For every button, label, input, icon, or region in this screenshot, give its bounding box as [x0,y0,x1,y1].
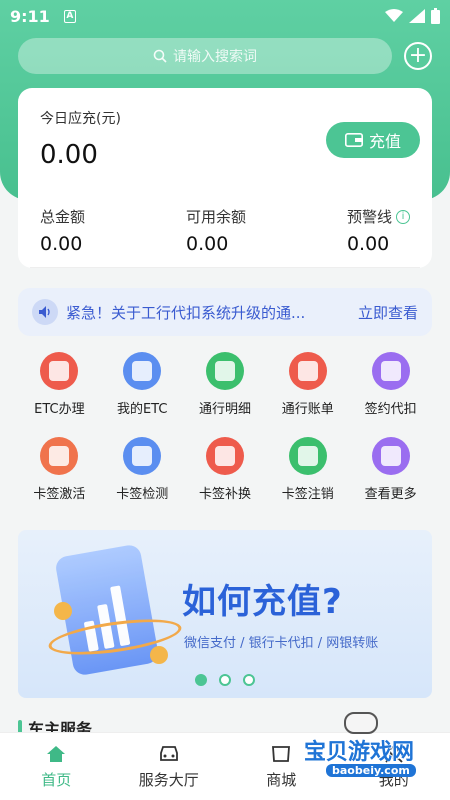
tab-label: 服务大厅 [138,770,199,789]
service-tag-detect[interactable]: 卡签检测 [101,437,184,502]
plus-icon: + [408,43,428,68]
tag-activate-icon [40,437,79,475]
service-sign-withhold[interactable]: 签约代扣 [349,352,432,417]
pass-detail-icon [205,352,244,390]
status-bar: 9:11 A [0,0,450,32]
balance-stats: 总金额 0.00 可用余额 0.00 预警线 i 0.00 [40,206,410,255]
stat-value: 0.00 [185,233,229,255]
carousel-dots [18,674,432,686]
signal-icon [409,9,425,23]
service-tag-cancel[interactable]: 卡签注销 [266,437,349,502]
stat-value: 0.00 [40,233,83,255]
wifi-icon [385,9,403,22]
watermark-text: 宝贝游戏网 [304,740,415,765]
wallet-icon [344,133,363,147]
stat-available: 可用余额 0.00 [186,206,246,255]
balance-card: 今日应充(元) 0.00 充值 总金额 0.00 可用余额 0.00 预警线 i … [18,88,432,268]
stat-warning-line: 预警线 i 0.00 [347,206,410,255]
tab-home[interactable]: 首页 [11,744,101,790]
coin-illustration [150,646,168,664]
speaker-icon [32,299,58,325]
promo-banner[interactable]: 如何充值? 微信支付 / 银行卡代扣 / 网银转账 [18,530,432,698]
coin-illustration [54,602,72,620]
my-etc-card-icon [123,352,162,390]
stat-total: 总金额 0.00 [40,206,85,255]
service-pass-detail[interactable]: 通行明细 [184,352,267,417]
search-input[interactable]: 请输入搜索词 [18,38,392,74]
search-placeholder: 请输入搜索词 [173,49,257,65]
car-icon [158,744,180,764]
sign-withhold-icon [371,352,410,390]
service-tag-activate[interactable]: 卡签激活 [18,437,101,502]
service-label: 签约代扣 [364,402,417,417]
more-icon [371,437,410,475]
battery-icon [431,8,440,24]
tag-replace-icon [205,437,244,475]
service-label: 卡签检测 [116,487,169,502]
stat-label: 预警线 [346,208,392,226]
status-time: 9:11 [10,6,50,26]
divider [30,267,420,268]
notice-link[interactable]: 立即查看 [358,302,418,323]
service-pass-bill[interactable]: 通行账单 [266,352,349,417]
banner-title: 如何充值? [182,582,343,622]
service-label: 卡签注销 [281,487,334,502]
service-label: 卡签补换 [198,487,251,502]
tab-label: 首页 [41,770,72,789]
notification-icon: A [63,9,76,23]
tag-detect-icon [123,437,162,475]
service-label: 我的ETC [116,402,168,417]
service-label: 查看更多 [364,487,417,502]
service-label: 通行明细 [198,402,251,417]
stat-value: 0.00 [346,233,390,255]
service-grid: ETC办理 我的ETC 通行明细 通行账单 签约代扣 卡签激活 卡签检测 卡签补… [18,352,432,502]
stat-label: 总金额 [40,208,86,226]
service-etc-apply[interactable]: ETC办理 [18,352,101,417]
watermark-url: baobeiy.com [326,764,416,777]
service-label: ETC办理 [34,402,85,417]
shop-icon [270,744,292,764]
stat-label: 可用余额 [185,208,246,226]
tab-label: 商城 [266,770,297,789]
gamepad-icon [344,712,378,734]
tag-cancel-icon [288,437,327,475]
notice-text: 紧急！关于工行代扣系统升级的通... [66,303,306,322]
carousel-dot[interactable] [219,674,231,686]
info-icon[interactable]: i [395,209,410,224]
service-my-etc[interactable]: 我的ETC [101,352,184,417]
home-icon [45,744,67,764]
banner-subtitle: 微信支付 / 银行卡代扣 / 网银转账 [184,636,379,651]
add-button[interactable]: + [404,42,432,70]
service-label: 通行账单 [281,402,334,417]
watermark-logo: 宝贝游戏网 baobeiy.com [300,712,420,778]
etc-apply-icon [40,352,79,390]
pass-bill-icon [288,352,327,390]
service-tag-replace[interactable]: 卡签补换 [184,437,267,502]
recharge-label: 充值 [368,132,401,151]
service-label: 卡签激活 [33,487,86,502]
recharge-button[interactable]: 充值 [326,122,420,158]
tab-service-hall[interactable]: 服务大厅 [124,744,214,790]
carousel-dot[interactable] [243,674,255,686]
carousel-dot[interactable] [195,674,207,686]
service-more[interactable]: 查看更多 [349,437,432,502]
notice-bar[interactable]: 紧急！关于工行代扣系统升级的通... 立即查看 [18,288,432,336]
search-icon [153,49,167,63]
